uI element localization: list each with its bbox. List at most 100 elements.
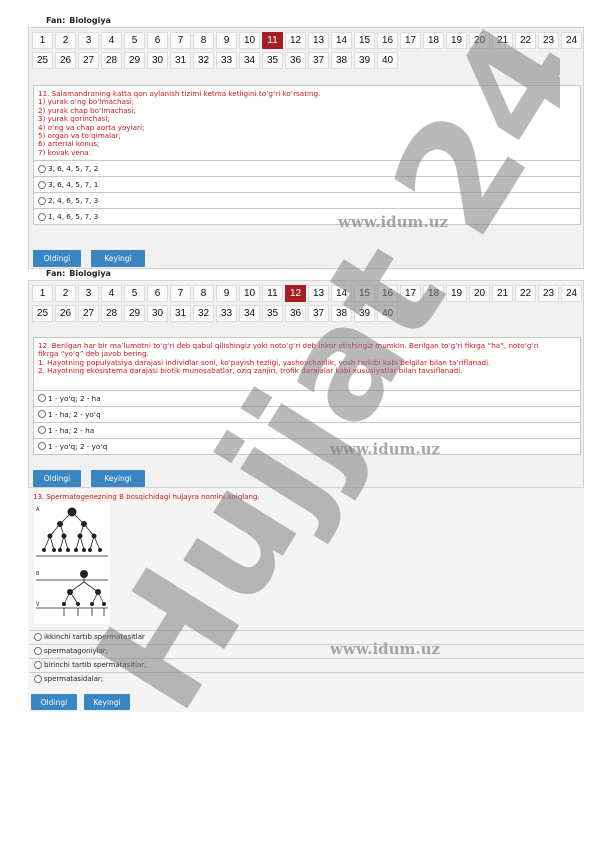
question-number-12[interactable]: 12 <box>285 32 306 49</box>
question-number-35[interactable]: 35 <box>262 52 283 69</box>
question-number-10[interactable]: 10 <box>239 285 260 302</box>
question-number-16[interactable]: 16 <box>377 32 398 49</box>
question-number-12[interactable]: 12 <box>285 285 306 302</box>
question-number-40[interactable]: 40 <box>377 305 398 322</box>
radio-icon[interactable] <box>34 661 42 669</box>
answer-option[interactable]: spermatasidalar; <box>30 672 584 685</box>
answer-option[interactable]: 1 - ha; 2 - ha <box>34 421 580 438</box>
radio-icon[interactable] <box>34 675 42 683</box>
next-button[interactable]: Keyingi <box>84 694 130 710</box>
answer-option[interactable]: 3, 6, 4, 5, 7, 2 <box>34 160 580 176</box>
answer-option[interactable]: 1 - ha; 2 - yo‘q <box>34 405 580 422</box>
question-number-11[interactable]: 11 <box>262 32 283 49</box>
question-number-26[interactable]: 26 <box>55 52 76 69</box>
answer-option[interactable]: birinchi tartib spermatasitlar; <box>30 658 584 671</box>
question-number-28[interactable]: 28 <box>101 305 122 322</box>
question-number-32[interactable]: 32 <box>193 305 214 322</box>
question-number-35[interactable]: 35 <box>262 305 283 322</box>
question-number-25[interactable]: 25 <box>32 305 53 322</box>
question-number-23[interactable]: 23 <box>538 285 559 302</box>
question-number-38[interactable]: 38 <box>331 305 352 322</box>
question-number-31[interactable]: 31 <box>170 52 191 69</box>
question-number-10[interactable]: 10 <box>239 32 260 49</box>
question-number-25[interactable]: 25 <box>32 52 53 69</box>
question-number-38[interactable]: 38 <box>331 52 352 69</box>
question-number-1[interactable]: 1 <box>32 32 53 49</box>
prev-button[interactable]: Oldingi <box>33 470 81 487</box>
question-number-2[interactable]: 2 <box>55 285 76 302</box>
question-number-36[interactable]: 36 <box>285 52 306 69</box>
answer-option[interactable]: 2, 4, 6, 5, 7, 3 <box>34 192 580 208</box>
question-number-34[interactable]: 34 <box>239 305 260 322</box>
answer-option[interactable]: 3, 6, 4, 5, 7, 1 <box>34 176 580 192</box>
next-button[interactable]: Keyingi <box>91 470 145 487</box>
radio-icon[interactable] <box>38 164 46 173</box>
question-number-18[interactable]: 18 <box>423 285 444 302</box>
question-number-6[interactable]: 6 <box>147 285 168 302</box>
question-number-34[interactable]: 34 <box>239 52 260 69</box>
radio-icon[interactable] <box>38 410 46 419</box>
question-number-31[interactable]: 31 <box>170 305 191 322</box>
question-number-20[interactable]: 20 <box>469 32 490 49</box>
question-number-18[interactable]: 18 <box>423 32 444 49</box>
question-number-3[interactable]: 3 <box>78 32 99 49</box>
question-number-14[interactable]: 14 <box>331 285 352 302</box>
radio-icon[interactable] <box>38 394 46 403</box>
question-number-36[interactable]: 36 <box>285 305 306 322</box>
question-number-15[interactable]: 15 <box>354 285 375 302</box>
question-number-33[interactable]: 33 <box>216 305 237 322</box>
question-number-28[interactable]: 28 <box>101 52 122 69</box>
question-number-5[interactable]: 5 <box>124 32 145 49</box>
question-number-17[interactable]: 17 <box>400 32 421 49</box>
radio-icon[interactable] <box>38 442 46 451</box>
prev-button[interactable]: Oldingi <box>33 250 81 267</box>
radio-icon[interactable] <box>38 426 46 435</box>
answer-option[interactable]: ikkinchi tartib spermatasitlar <box>30 630 584 643</box>
question-number-8[interactable]: 8 <box>193 285 214 302</box>
question-number-27[interactable]: 27 <box>78 305 99 322</box>
answer-option[interactable]: 1 - yo‘q; 2 - yo‘q <box>34 437 580 454</box>
radio-icon[interactable] <box>38 212 46 221</box>
question-number-19[interactable]: 19 <box>446 32 467 49</box>
question-number-9[interactable]: 9 <box>216 32 237 49</box>
question-number-15[interactable]: 15 <box>354 32 375 49</box>
question-number-13[interactable]: 13 <box>308 285 329 302</box>
answer-option[interactable]: 1 - yo‘q; 2 - ha <box>34 389 580 406</box>
question-number-11[interactable]: 11 <box>262 285 283 302</box>
question-number-21[interactable]: 21 <box>492 285 513 302</box>
question-number-26[interactable]: 26 <box>55 305 76 322</box>
question-number-30[interactable]: 30 <box>147 305 168 322</box>
radio-icon[interactable] <box>34 633 42 641</box>
radio-icon[interactable] <box>34 647 42 655</box>
question-number-4[interactable]: 4 <box>101 285 122 302</box>
question-number-24[interactable]: 24 <box>561 32 582 49</box>
prev-button[interactable]: Oldingi <box>31 694 77 710</box>
question-number-32[interactable]: 32 <box>193 52 214 69</box>
answer-option[interactable]: spermatagoniylar; <box>30 644 584 657</box>
question-number-14[interactable]: 14 <box>331 32 352 49</box>
question-number-7[interactable]: 7 <box>170 32 191 49</box>
question-number-2[interactable]: 2 <box>55 32 76 49</box>
question-number-39[interactable]: 39 <box>354 305 375 322</box>
question-number-30[interactable]: 30 <box>147 52 168 69</box>
question-number-17[interactable]: 17 <box>400 285 421 302</box>
question-number-20[interactable]: 20 <box>469 285 490 302</box>
answer-option[interactable]: 1, 4, 6, 5, 7, 3 <box>34 208 580 224</box>
question-number-8[interactable]: 8 <box>193 32 214 49</box>
question-number-29[interactable]: 29 <box>124 52 145 69</box>
question-number-21[interactable]: 21 <box>492 32 513 49</box>
question-number-3[interactable]: 3 <box>78 285 99 302</box>
question-number-29[interactable]: 29 <box>124 305 145 322</box>
question-number-19[interactable]: 19 <box>446 285 467 302</box>
question-number-13[interactable]: 13 <box>308 32 329 49</box>
question-number-22[interactable]: 22 <box>515 285 536 302</box>
question-number-5[interactable]: 5 <box>124 285 145 302</box>
question-number-9[interactable]: 9 <box>216 285 237 302</box>
question-number-16[interactable]: 16 <box>377 285 398 302</box>
question-number-7[interactable]: 7 <box>170 285 191 302</box>
radio-icon[interactable] <box>38 196 46 205</box>
question-number-37[interactable]: 37 <box>308 305 329 322</box>
question-number-23[interactable]: 23 <box>538 32 559 49</box>
question-number-24[interactable]: 24 <box>561 285 582 302</box>
question-number-1[interactable]: 1 <box>32 285 53 302</box>
